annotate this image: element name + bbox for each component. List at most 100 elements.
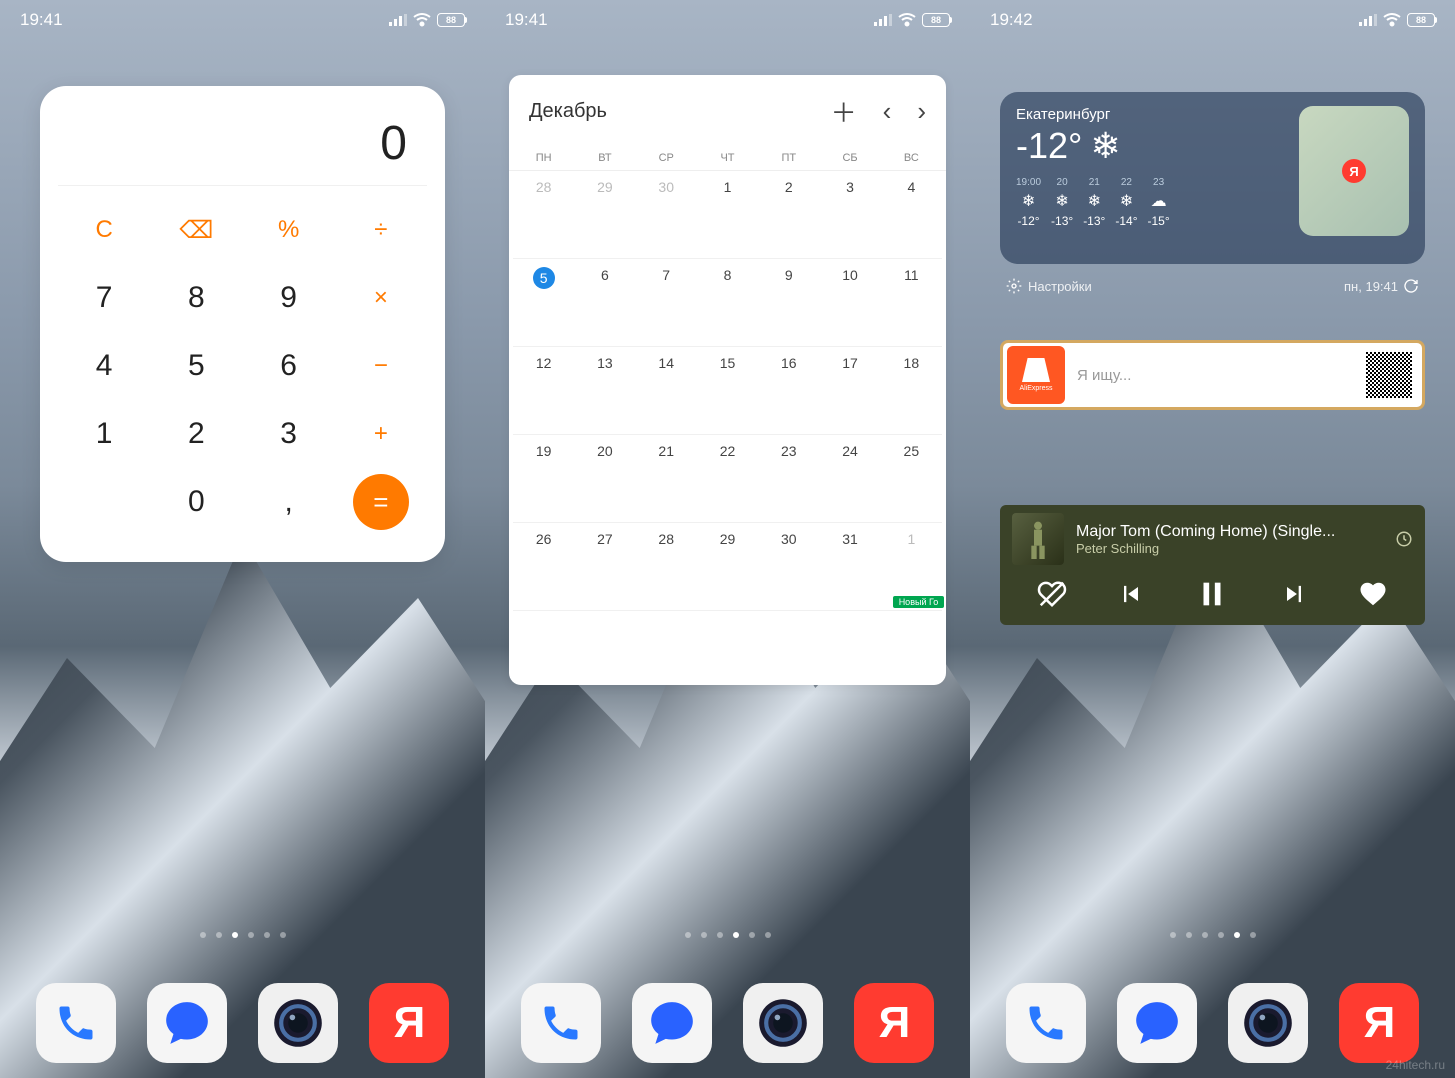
calc-btn-2[interactable]: 2 — [150, 400, 242, 468]
calc-btn-1[interactable]: 1 — [58, 400, 150, 468]
calculator-widget[interactable]: 0 C⌫%÷789×456−123+0,= — [40, 86, 445, 562]
calc-btn-0[interactable]: 0 — [150, 468, 242, 536]
page-dot[interactable] — [749, 932, 755, 938]
page-dot[interactable] — [232, 932, 238, 938]
calc-btn-×[interactable]: × — [335, 264, 427, 332]
chat-app-icon[interactable] — [632, 983, 712, 1063]
calendar-add-button[interactable]: ＋ — [831, 93, 857, 130]
phone-app-icon[interactable] — [1006, 983, 1086, 1063]
calendar-day[interactable]: 22 — [697, 435, 758, 523]
music-widget[interactable]: Major Tom (Coming Home) (Single... Peter… — [1000, 505, 1425, 625]
calc-btn-8[interactable]: 8 — [150, 264, 242, 332]
calendar-day[interactable]: 16 — [758, 347, 819, 435]
page-dot[interactable] — [1170, 932, 1176, 938]
calendar-day[interactable]: 7 — [636, 259, 697, 347]
calc-btn-⌫[interactable]: ⌫ — [150, 196, 242, 264]
calendar-day[interactable]: 5 — [513, 259, 574, 347]
aliexpress-widget[interactable]: AliExpress Я ищу... — [1000, 340, 1425, 410]
calendar-day[interactable]: 26 — [513, 523, 574, 611]
page-dot[interactable] — [1234, 932, 1240, 938]
yandex-app-icon[interactable]: Я — [854, 983, 934, 1063]
calc-btn-%[interactable]: % — [243, 196, 335, 264]
calendar-day[interactable]: 23 — [758, 435, 819, 523]
calc-btn-6[interactable]: 6 — [243, 332, 335, 400]
calc-btn-−[interactable]: − — [335, 332, 427, 400]
calendar-day[interactable]: 2 — [758, 171, 819, 259]
page-dot[interactable] — [1250, 932, 1256, 938]
phone-app-icon[interactable] — [521, 983, 601, 1063]
calendar-day[interactable]: 14 — [636, 347, 697, 435]
calendar-day[interactable]: 28 — [636, 523, 697, 611]
calc-btn-,[interactable]: , — [243, 468, 335, 536]
calendar-day[interactable]: 3 — [819, 171, 880, 259]
calendar-event[interactable]: Новый Го — [893, 596, 944, 608]
next-button[interactable] — [1280, 580, 1308, 613]
page-dot[interactable] — [200, 932, 206, 938]
calc-btn-4[interactable]: 4 — [58, 332, 150, 400]
weather-settings-button[interactable]: Настройки — [1006, 278, 1092, 294]
pause-button[interactable] — [1195, 577, 1229, 616]
calendar-day[interactable]: 29 — [697, 523, 758, 611]
calc-btn-÷[interactable]: ÷ — [335, 196, 427, 264]
calendar-day[interactable]: 24 — [819, 435, 880, 523]
calendar-day[interactable]: 6 — [574, 259, 635, 347]
calendar-day[interactable]: 1 — [697, 171, 758, 259]
calc-btn-3[interactable]: 3 — [243, 400, 335, 468]
like-button[interactable] — [1358, 579, 1388, 614]
calendar-widget[interactable]: Декабрь ＋ ‹ › ПНВТСРЧТПТСБВС 28293012345… — [509, 75, 946, 685]
calendar-day[interactable]: 13 — [574, 347, 635, 435]
chat-app-icon[interactable] — [147, 983, 227, 1063]
weather-map[interactable]: Я — [1299, 106, 1409, 236]
page-dot[interactable] — [1218, 932, 1224, 938]
page-dot[interactable] — [1202, 932, 1208, 938]
weather-timestamp[interactable]: пн, 19:41 — [1344, 278, 1419, 294]
calendar-day[interactable]: 12 — [513, 347, 574, 435]
cast-icon[interactable] — [1395, 530, 1413, 548]
page-dot[interactable] — [685, 932, 691, 938]
camera-app-icon[interactable] — [258, 983, 338, 1063]
calendar-day[interactable]: 17 — [819, 347, 880, 435]
calendar-day[interactable]: 4 — [881, 171, 942, 259]
calendar-day[interactable]: 28 — [513, 171, 574, 259]
calendar-day[interactable]: 1Новый Го — [881, 523, 942, 611]
page-dot[interactable] — [717, 932, 723, 938]
chat-app-icon[interactable] — [1117, 983, 1197, 1063]
qr-code-icon[interactable] — [1366, 352, 1412, 398]
calendar-day[interactable]: 21 — [636, 435, 697, 523]
calendar-day[interactable]: 10 — [819, 259, 880, 347]
yandex-app-icon[interactable]: Я — [1339, 983, 1419, 1063]
page-dot[interactable] — [1186, 932, 1192, 938]
calc-btn-+[interactable]: + — [335, 400, 427, 468]
calendar-day[interactable]: 29 — [574, 171, 635, 259]
calendar-day[interactable]: 27 — [574, 523, 635, 611]
calendar-day[interactable]: 25 — [881, 435, 942, 523]
page-dot[interactable] — [701, 932, 707, 938]
calendar-day[interactable]: 9 — [758, 259, 819, 347]
calendar-day[interactable]: 11 — [881, 259, 942, 347]
page-dot[interactable] — [280, 932, 286, 938]
calc-btn-9[interactable]: 9 — [243, 264, 335, 332]
calc-btn-C[interactable]: C — [58, 196, 150, 264]
calendar-day[interactable]: 20 — [574, 435, 635, 523]
calendar-next-button[interactable]: › — [917, 96, 926, 127]
yandex-app-icon[interactable]: Я — [369, 983, 449, 1063]
calendar-day[interactable]: 31 — [819, 523, 880, 611]
calendar-day[interactable]: 19 — [513, 435, 574, 523]
camera-app-icon[interactable] — [1228, 983, 1308, 1063]
calc-btn-7[interactable]: 7 — [58, 264, 150, 332]
calendar-day[interactable]: 30 — [636, 171, 697, 259]
calendar-day[interactable]: 15 — [697, 347, 758, 435]
calendar-prev-button[interactable]: ‹ — [883, 96, 892, 127]
calendar-day[interactable]: 18 — [881, 347, 942, 435]
prev-button[interactable] — [1117, 580, 1145, 613]
phone-app-icon[interactable] — [36, 983, 116, 1063]
weather-widget[interactable]: Екатеринбург -12° ❄ 19:00❄-12°20❄-13°21❄… — [1000, 92, 1425, 264]
calendar-day[interactable]: 30 — [758, 523, 819, 611]
calendar-day[interactable]: 8 — [697, 259, 758, 347]
page-dot[interactable] — [765, 932, 771, 938]
calc-btn-=[interactable]: = — [353, 474, 409, 530]
calc-btn-5[interactable]: 5 — [150, 332, 242, 400]
aliexpress-search-input[interactable]: Я ищу... — [1077, 367, 1354, 384]
camera-app-icon[interactable] — [743, 983, 823, 1063]
page-dot[interactable] — [248, 932, 254, 938]
